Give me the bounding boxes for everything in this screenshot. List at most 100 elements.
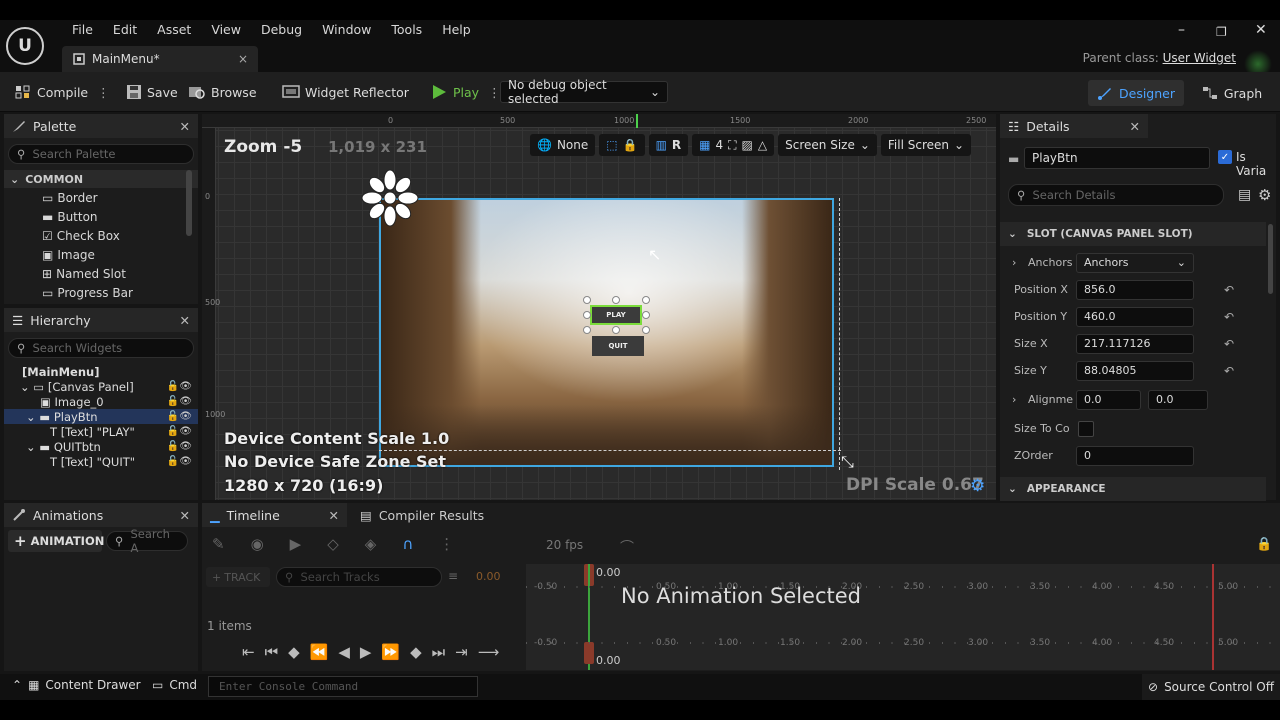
chevron-right-icon[interactable]: › <box>1012 256 1016 269</box>
unreal-logo-icon[interactable]: U <box>6 27 44 65</box>
lock-eye-icon[interactable]: 🔓👁 <box>167 411 192 422</box>
hierarchy-row-play-text[interactable]: T [Text] "PLAY" 🔓👁 <box>4 424 198 439</box>
play-button[interactable]: Play ⋮ <box>430 80 501 104</box>
palette-item-image[interactable]: ▣ Image <box>4 245 198 264</box>
screen-size-dropdown[interactable]: Screen Size ⌄ <box>778 134 877 156</box>
gear-icon[interactable]: ⚙ <box>970 476 985 496</box>
menu-file[interactable]: File <box>62 20 103 40</box>
close-window-icon[interactable]: ✕ <box>1255 22 1267 38</box>
resize-handle[interactable] <box>612 326 620 334</box>
reset-icon[interactable]: ↶ <box>1224 283 1234 297</box>
palette-item-check-box[interactable]: ☑ Check Box <box>4 226 198 245</box>
table-view-icon[interactable]: ▤ <box>1238 187 1251 203</box>
menu-debug[interactable]: Debug <box>251 20 312 40</box>
current-time-value[interactable]: 0.00 <box>476 570 501 583</box>
chevron-right-icon[interactable]: › <box>1012 393 1016 406</box>
prev-key-icon[interactable]: ◆ <box>288 643 300 661</box>
add-animation-button[interactable]: + ANIMATION <box>8 530 104 552</box>
lock-eye-icon[interactable]: 🔓👁 <box>167 456 192 467</box>
timeline-track-area[interactable]: 0.00 0.00 -0.50 0.50 1.00 1.50 2.00 2.50… <box>526 564 1280 670</box>
localization-preview-button[interactable]: 🌐 None <box>530 134 596 156</box>
hierarchy-row-image[interactable]: ▣ Image_0 🔓👁 <box>4 394 198 409</box>
menu-edit[interactable]: Edit <box>103 20 147 40</box>
size-to-content-checkbox[interactable] <box>1078 420 1094 437</box>
appearance-section-header[interactable]: ⌄ APPEARANCE <box>1000 477 1266 501</box>
alignment-y-input[interactable]: 0.0 <box>1148 389 1208 410</box>
loop-icon[interactable]: ⟶ <box>478 643 500 661</box>
curve-icon[interactable]: ⌒ <box>620 537 634 557</box>
menu-tools[interactable]: Tools <box>381 20 432 40</box>
resize-handle[interactable] <box>583 326 591 334</box>
key-pen-icon[interactable]: ✎ <box>212 535 225 553</box>
alignment-x-input[interactable]: 0.0 <box>1076 389 1141 410</box>
step-back-end-icon[interactable]: ⏮ <box>265 643 279 661</box>
resize-handle[interactable] <box>583 311 591 319</box>
lock-icon[interactable]: 🔒 <box>1256 537 1272 552</box>
compiler-results-tab[interactable]: ▤ Compiler Results <box>360 503 490 527</box>
add-track-button[interactable]: + TRACK <box>206 567 270 587</box>
menu-asset[interactable]: Asset <box>147 20 201 40</box>
lock-eye-icon[interactable]: 🔓👁 <box>167 441 192 452</box>
eye-icon[interactable]: ◉ <box>251 535 264 553</box>
menu-view[interactable]: View <box>201 20 251 40</box>
timeline-close-icon[interactable]: ✕ <box>329 508 339 523</box>
magnet-icon[interactable]: ∩ <box>402 535 413 553</box>
console-command-input[interactable]: Enter Console Command <box>208 676 478 697</box>
track-search-input[interactable]: ⚲ Search Tracks <box>276 567 442 587</box>
animation-search-input[interactable]: ⚲ Search A <box>106 527 188 555</box>
resize-corner-icon[interactable]: ⤡ <box>841 452 854 472</box>
next-key-icon[interactable]: ◆ <box>410 643 422 661</box>
size-y-input[interactable]: 88.04805 <box>1076 360 1194 381</box>
preview-quit-button[interactable]: QUIT <box>592 336 644 356</box>
widget-canvas-preview[interactable]: PLAY QUIT <box>379 198 834 467</box>
cmd-button[interactable]: ▭ Cmd <box>152 678 197 692</box>
resize-handle[interactable] <box>642 311 650 319</box>
debug-object-select[interactable]: No debug object selected ⌄ <box>500 78 668 106</box>
details-search-input[interactable]: ⚲ Search Details <box>1008 184 1224 206</box>
animations-close-icon[interactable]: ✕ <box>180 508 190 523</box>
play-forward-icon[interactable]: ▶ <box>290 535 302 553</box>
hierarchy-row-quit-text[interactable]: T [Text] "QUIT" 🔓👁 <box>4 454 198 469</box>
palette-item-progress-bar[interactable]: ▭ Progress Bar <box>4 283 198 302</box>
grid-snap-toggle[interactable]: ▦ 4 ⛶ ▨ △ <box>692 134 775 156</box>
menu-help[interactable]: Help <box>432 20 481 40</box>
lock-eye-icon[interactable]: 🔓👁 <box>167 426 192 437</box>
content-drawer-button[interactable]: ⌃ ▦ Content Drawer <box>12 678 141 692</box>
step-forward-icon[interactable]: ⏩ <box>381 643 400 661</box>
reset-icon[interactable]: ↶ <box>1224 310 1234 324</box>
resize-handle[interactable] <box>642 296 650 304</box>
play-icon[interactable]: ▶ <box>360 643 372 661</box>
palette-category-common[interactable]: ⌄ COMMON <box>4 170 198 188</box>
is-variable-checkbox[interactable]: ✓ <box>1218 150 1232 164</box>
hierarchy-row-canvas-panel[interactable]: ⌄ ▭ [Canvas Panel] 🔓👁 <box>4 379 198 394</box>
widget-reflector-button[interactable]: Widget Reflector <box>282 80 409 104</box>
key-add-icon[interactable]: ◈ <box>365 535 377 553</box>
palette-close-icon[interactable]: ✕ <box>180 119 190 134</box>
browse-button[interactable]: Browse <box>188 80 257 104</box>
play-reverse-icon[interactable]: ◀ <box>338 643 350 661</box>
size-x-input[interactable]: 217.117126 <box>1076 333 1194 354</box>
zorder-input[interactable]: 0 <box>1076 445 1194 466</box>
widget-name-input[interactable]: PlayBtn <box>1024 147 1210 169</box>
anchor-flower-icon[interactable] <box>360 168 420 228</box>
timeline-tab[interactable]: ▁ Timeline ✕ <box>202 503 347 527</box>
menu-window[interactable]: Window <box>312 20 381 40</box>
palette-scrollbar[interactable] <box>186 170 192 236</box>
lock-eye-icon[interactable]: 🔓👁 <box>167 396 192 407</box>
lock-eye-icon[interactable]: 🔓👁 <box>167 381 192 392</box>
fill-screen-dropdown[interactable]: Fill Screen ⌄ <box>880 134 972 156</box>
source-control-button[interactable]: ⊘ Source Control Off <box>1142 674 1280 700</box>
compile-button[interactable]: Compile ⋮ <box>14 80 110 104</box>
save-button[interactable]: Save <box>126 80 178 104</box>
palette-item-button[interactable]: ▬ Button <box>4 207 198 226</box>
details-scrollbar[interactable] <box>1268 224 1273 294</box>
options-icon[interactable]: ⋮ <box>439 535 454 553</box>
resize-handle[interactable] <box>642 326 650 334</box>
playhead-handle-bottom[interactable] <box>584 642 594 664</box>
position-y-input[interactable]: 460.0 <box>1076 306 1194 327</box>
reset-icon[interactable]: ↶ <box>1224 364 1234 378</box>
maximize-icon[interactable]: ❐ <box>1216 25 1227 39</box>
anchors-dropdown[interactable]: Anchors ⌄ <box>1076 252 1194 273</box>
parent-class-link[interactable]: User Widget <box>1163 51 1236 65</box>
step-back-icon[interactable]: ⏪ <box>310 643 329 661</box>
